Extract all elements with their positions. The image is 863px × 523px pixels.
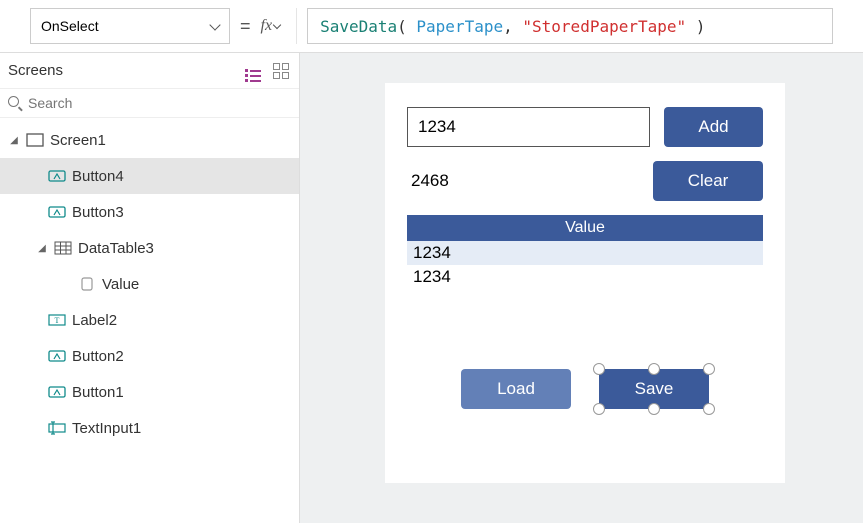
equals-sign: = [240,16,251,37]
selected-control[interactable]: Save [599,369,709,409]
formula-arg2: "StoredPaperTape" [522,17,686,36]
search-icon [8,96,22,110]
svg-text:T: T [55,316,60,325]
result-label: 2468 [407,171,639,191]
formula-bar: OnSelect = fx SaveData ( PaperTape , "St… [0,0,863,53]
resize-handle[interactable] [703,363,715,375]
tree-item-datatable3[interactable]: ◢ DataTable3 [0,230,299,266]
textinput-icon [48,419,66,437]
resize-handle[interactable] [648,403,660,415]
tree-view: ◢ Screen1 Button4 Button3 ◢ [0,118,299,523]
load-button[interactable]: Load [461,369,571,409]
table-row[interactable]: 1234 [407,241,763,265]
column-icon [78,275,96,293]
resize-handle[interactable] [703,403,715,415]
search-input[interactable] [28,95,291,111]
button-icon [48,167,66,185]
tree-label: Value [102,276,139,293]
tree-label: DataTable3 [78,240,154,257]
number-input[interactable] [407,107,650,147]
formula-function: SaveData [320,17,397,36]
tree-label: Button4 [72,168,124,185]
formula-arg1: PaperTape [416,17,503,36]
chevron-down-icon [209,19,220,30]
chevron-down-icon [273,20,281,28]
app-frame: Add 2468 Clear Value 1234 1234 Load Save [385,83,785,483]
tree-item-textinput1[interactable]: TextInput1 [0,410,299,446]
panel-title: Screens [8,62,63,79]
tree-label: Screen1 [50,132,106,149]
tree-item-value[interactable]: Value [0,266,299,302]
datatable-icon [54,239,72,257]
button-icon [48,347,66,365]
resize-handle[interactable] [593,363,605,375]
tree-item-screen1[interactable]: ◢ Screen1 [0,122,299,158]
tree-item-label2[interactable]: T Label2 [0,302,299,338]
resize-handle[interactable] [593,403,605,415]
label-icon: T [48,311,66,329]
search-row[interactable] [0,89,299,118]
add-button[interactable]: Add [664,107,763,147]
screen-icon [26,131,44,149]
tree-label: Label2 [72,312,117,329]
data-table[interactable]: Value 1234 1234 [407,215,763,289]
tree-item-button1[interactable]: Button1 [0,374,299,410]
divider [296,8,297,44]
formula-open: ( [397,17,407,36]
tree-label: TextInput1 [72,420,141,437]
formula-comma: , [503,17,513,36]
tree-label: Button3 [72,204,124,221]
formula-close: ) [696,17,706,36]
resize-handle[interactable] [648,363,660,375]
tree-label: Button2 [72,348,124,365]
table-header: Value [407,215,763,241]
property-value: OnSelect [41,18,99,34]
thumbnail-view-icon[interactable] [273,63,289,79]
property-dropdown[interactable]: OnSelect [30,8,230,44]
tree-item-button4[interactable]: Button4 [0,158,299,194]
tree-view-icon[interactable] [245,59,261,82]
fx-icon[interactable]: fx [261,17,281,35]
button-icon [48,383,66,401]
button-icon [48,203,66,221]
formula-input[interactable]: SaveData ( PaperTape , "StoredPaperTape"… [307,8,833,44]
tree-label: Button1 [72,384,124,401]
tree-item-button2[interactable]: Button2 [0,338,299,374]
canvas-area[interactable]: Add 2468 Clear Value 1234 1234 Load Save [300,53,863,523]
screens-panel: Screens ◢ [0,53,300,523]
clear-button[interactable]: Clear [653,161,763,201]
tree-item-button3[interactable]: Button3 [0,194,299,230]
table-row[interactable]: 1234 [407,265,763,289]
